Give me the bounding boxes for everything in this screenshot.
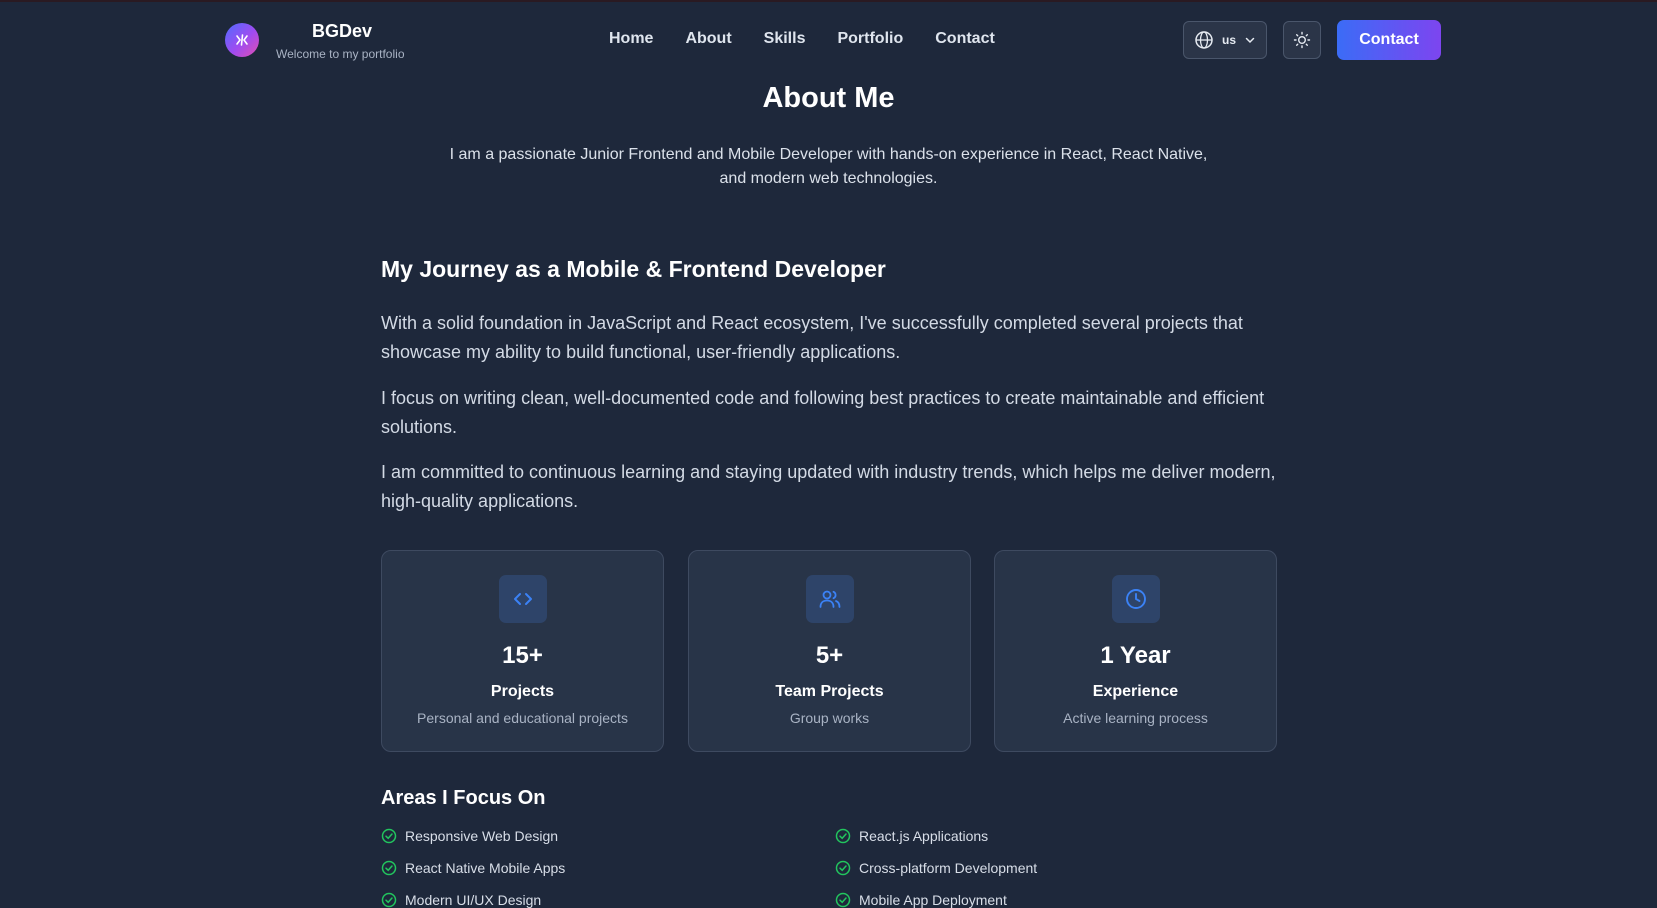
stat-description: Group works xyxy=(789,710,870,726)
clock-icon xyxy=(1126,589,1146,609)
stat-card-experience: 1 Year Experience Active learning proces… xyxy=(994,550,1277,752)
check-circle-icon xyxy=(835,892,851,908)
focus-item: React Native Mobile Apps xyxy=(381,860,565,876)
focus-item-label: React Native Mobile Apps xyxy=(405,860,566,876)
check-circle-icon xyxy=(381,860,397,876)
theme-toggle-button[interactable] xyxy=(1283,21,1321,59)
nav-home[interactable]: Home xyxy=(609,30,653,48)
check-circle-icon xyxy=(835,828,851,844)
main-nav: Home About Skills Portfolio Contact xyxy=(609,30,1027,48)
journey-paragraph: I focus on writing clean, well-documente… xyxy=(381,388,1265,437)
journey-paragraph: I am committed to continuous learning an… xyxy=(381,462,1276,511)
globe-icon xyxy=(1195,31,1213,49)
focus-item: Responsive Web Design xyxy=(381,828,558,844)
section-title: About Me xyxy=(762,82,895,114)
journey-paragraph: With a solid foundation in JavaScript an… xyxy=(381,313,1243,362)
language-selector[interactable]: us xyxy=(1183,21,1267,59)
stat-label: Team Projects xyxy=(775,683,884,700)
stat-description: Personal and educational projects xyxy=(417,710,628,726)
focus-item-label: React.js Applications xyxy=(859,828,989,844)
stat-card-team-projects: 5+ Team Projects Group works xyxy=(688,550,971,752)
check-circle-icon xyxy=(381,892,397,908)
contact-button[interactable]: Contact xyxy=(1337,20,1441,60)
focus-areas-title: Areas I Focus On xyxy=(381,787,546,809)
check-circle-icon xyxy=(835,860,851,876)
language-code: us xyxy=(1222,33,1237,47)
focus-item-label: Cross-platform Development xyxy=(859,860,1038,876)
code-icon xyxy=(514,593,532,605)
focus-item-label: Responsive Web Design xyxy=(405,828,559,844)
stat-value: 5+ xyxy=(815,642,844,669)
brand-logo[interactable] xyxy=(225,23,259,57)
sun-icon xyxy=(1293,31,1311,49)
focus-item: Modern UI/UX Design xyxy=(381,892,541,908)
nav-portfolio[interactable]: Portfolio xyxy=(837,30,903,48)
chevron-down-icon xyxy=(1245,37,1255,44)
focus-item-label: Modern UI/UX Design xyxy=(405,892,542,908)
stat-card-projects: 15+ Projects Personal and educational pr… xyxy=(381,550,664,752)
section-intro: I am a passionate Junior Frontend and Mo… xyxy=(449,146,1208,187)
site-header: BGDev Welcome to my portfolio Home About… xyxy=(0,0,1657,80)
stat-value: 1 Year xyxy=(1100,642,1171,669)
focus-item-label: Mobile App Deployment xyxy=(859,892,1007,908)
stat-value: 15+ xyxy=(502,642,543,669)
focus-item: Mobile App Deployment xyxy=(835,892,1007,908)
brand-name[interactable]: BGDev xyxy=(276,21,408,42)
stat-description: Active learning process xyxy=(1063,710,1208,726)
check-circle-icon xyxy=(381,828,397,844)
code-logo-icon xyxy=(236,34,248,46)
focus-item: Cross-platform Development xyxy=(835,860,1037,876)
nav-about[interactable]: About xyxy=(685,30,731,48)
users-icon xyxy=(819,590,841,608)
brand-subtitle: Welcome to my portfolio xyxy=(276,47,405,61)
stat-label: Projects xyxy=(490,683,555,700)
nav-skills[interactable]: Skills xyxy=(764,30,806,48)
journey-title: My Journey as a Mobile & Frontend Develo… xyxy=(381,256,886,282)
nav-contact[interactable]: Contact xyxy=(935,30,995,48)
focus-item: React.js Applications xyxy=(835,828,988,844)
stat-label: Experience xyxy=(1092,683,1179,700)
